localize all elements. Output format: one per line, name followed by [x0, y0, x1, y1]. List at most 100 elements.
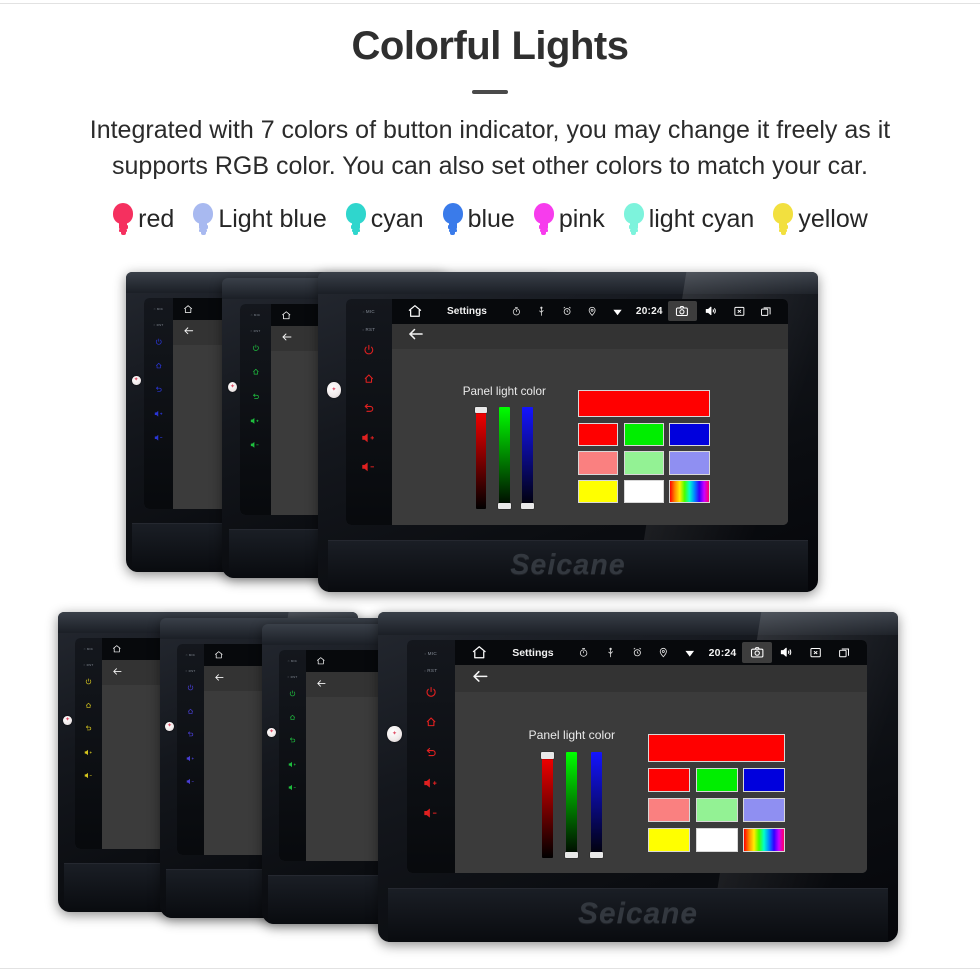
volume-icon[interactable]: [772, 643, 802, 662]
color-swatch-2-2[interactable]: [669, 479, 710, 504]
color-swatch-2-1[interactable]: [695, 827, 738, 852]
key-volume-down[interactable]: [288, 784, 297, 791]
blue-slider-thumb[interactable]: [589, 851, 603, 859]
camera-icon[interactable]: [741, 642, 772, 664]
green-slider-thumb[interactable]: [565, 851, 579, 859]
green-slider[interactable]: [565, 752, 579, 859]
red-slider-thumb[interactable]: [540, 752, 554, 759]
key-power[interactable]: [425, 686, 437, 698]
color-swatch-0-1[interactable]: [695, 767, 738, 793]
color-swatch-0-1[interactable]: [623, 422, 664, 446]
key-volume-down[interactable]: [154, 434, 164, 441]
color-swatch-1-2[interactable]: [743, 797, 786, 823]
color-swatch-1-0[interactable]: [577, 451, 619, 475]
color-swatch-1-0[interactable]: [648, 797, 691, 823]
color-swatch-2-0[interactable]: [577, 479, 619, 504]
red-slider[interactable]: [540, 752, 554, 859]
volume-icon[interactable]: [697, 302, 726, 320]
key-volume-up[interactable]: [84, 749, 93, 756]
color-swatch-0-2[interactable]: [669, 422, 710, 446]
recents-icon[interactable]: [753, 303, 780, 320]
key-back[interactable]: [85, 725, 92, 732]
back-arrow-icon[interactable]: [471, 667, 490, 691]
back-arrow-icon[interactable]: [214, 669, 225, 687]
red-slider[interactable]: [474, 407, 488, 510]
key-home[interactable]: [363, 373, 375, 385]
key-power[interactable]: [85, 678, 92, 685]
key-volume-up[interactable]: [361, 432, 376, 444]
key-volume-up[interactable]: [288, 761, 297, 768]
reset-label: RST: [250, 329, 261, 333]
color-swatch-0-2[interactable]: [743, 767, 786, 793]
key-home[interactable]: [425, 716, 437, 728]
key-back[interactable]: [252, 393, 260, 401]
key-volume-up[interactable]: [423, 777, 439, 789]
key-power[interactable]: [155, 338, 162, 345]
blue-slider[interactable]: [521, 407, 535, 510]
lcd-screen[interactable]: Settings 20:24 Panel light color: [454, 640, 867, 873]
back-arrow-icon[interactable]: [780, 302, 788, 321]
key-back[interactable]: [363, 403, 375, 415]
color-swatch-2-2[interactable]: [743, 827, 786, 852]
color-swatch-0-0[interactable]: [577, 422, 619, 446]
key-power[interactable]: [252, 344, 260, 352]
color-swatch-2-0[interactable]: [648, 827, 691, 852]
close-box-icon[interactable]: [725, 303, 753, 320]
usb-icon[interactable]: [597, 645, 624, 661]
timer-icon[interactable]: [503, 304, 529, 319]
key-home[interactable]: [85, 702, 92, 709]
back-arrow-icon[interactable]: [316, 675, 327, 693]
back-arrow-icon[interactable]: [183, 323, 195, 341]
color-swatch-0-0[interactable]: [648, 767, 691, 793]
blue-slider[interactable]: [589, 752, 603, 859]
back-arrow-icon[interactable]: [859, 643, 867, 663]
status-bar-left: [209, 649, 227, 661]
home-icon[interactable]: [209, 649, 227, 661]
key-power[interactable]: [289, 690, 296, 697]
key-volume-up[interactable]: [250, 417, 260, 425]
alarm-icon: [624, 645, 650, 660]
key-back[interactable]: [289, 737, 296, 744]
green-slider-thumb[interactable]: [498, 502, 511, 510]
key-home[interactable]: [252, 368, 260, 376]
key-volume-down[interactable]: [84, 772, 93, 779]
camera-icon[interactable]: [667, 301, 697, 322]
home-icon[interactable]: [107, 643, 125, 655]
key-power[interactable]: [363, 344, 375, 356]
key-volume-up[interactable]: [186, 755, 195, 762]
key-home[interactable]: [289, 714, 296, 721]
home-icon[interactable]: [276, 308, 296, 321]
back-arrow-icon[interactable]: [281, 329, 293, 347]
key-volume-up[interactable]: [154, 410, 164, 417]
home-icon[interactable]: [311, 655, 329, 667]
key-home[interactable]: [187, 708, 194, 715]
back-arrow-icon[interactable]: [407, 325, 425, 348]
key-volume-down[interactable]: [361, 461, 376, 473]
home-icon[interactable]: [178, 302, 198, 315]
usb-icon[interactable]: [529, 304, 555, 319]
key-home[interactable]: [155, 362, 162, 369]
key-power[interactable]: [187, 684, 194, 691]
back-arrow-icon[interactable]: [112, 663, 123, 681]
green-slider[interactable]: [498, 407, 511, 510]
screen-bezel: MIC RST Settings 20:24 Panel light color: [345, 299, 788, 525]
head-unit-chassis: Seicane MIC RST Settings 20:24 Panel light co…: [318, 272, 818, 592]
red-slider-thumb[interactable]: [474, 407, 488, 414]
key-volume-down[interactable]: [250, 441, 260, 449]
key-back[interactable]: [155, 386, 162, 393]
key-back[interactable]: [425, 747, 437, 759]
timer-icon[interactable]: [571, 645, 598, 661]
blue-slider-thumb[interactable]: [521, 502, 535, 510]
close-box-icon[interactable]: [802, 644, 831, 662]
home-icon[interactable]: [463, 642, 495, 663]
key-volume-down[interactable]: [186, 778, 195, 785]
color-swatch-2-1[interactable]: [623, 479, 664, 504]
color-swatch-1-1[interactable]: [623, 451, 664, 475]
color-swatch-1-2[interactable]: [669, 451, 710, 475]
recents-icon[interactable]: [830, 644, 858, 661]
key-back[interactable]: [187, 731, 194, 738]
home-icon[interactable]: [400, 301, 431, 321]
key-volume-down[interactable]: [423, 807, 439, 819]
lcd-screen[interactable]: Settings 20:24 Panel light color: [391, 299, 788, 525]
color-swatch-1-1[interactable]: [695, 797, 738, 823]
